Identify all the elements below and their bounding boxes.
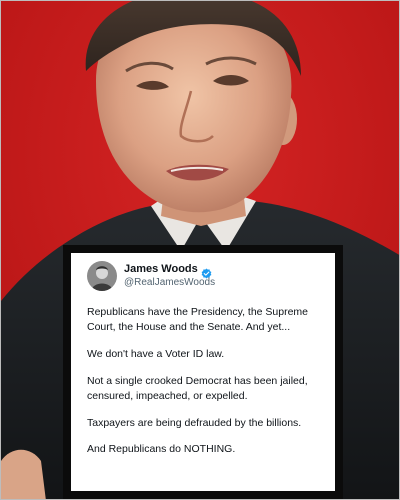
user-handle: @RealJamesWoods bbox=[124, 276, 216, 288]
author-info: James Woods @RealJamesWoods bbox=[124, 263, 215, 288]
tweet-body: Republicans have the Presidency, the Sup… bbox=[87, 305, 323, 457]
tweet-card: James Woods @RealJamesWoods Republicans … bbox=[71, 253, 335, 491]
tweet-paragraph: And Republicans do NOTHING. bbox=[87, 443, 236, 456]
tweet-card-frame: James Woods @RealJamesWoods Republicans … bbox=[63, 245, 343, 499]
avatar bbox=[87, 261, 117, 291]
verified-badge-icon bbox=[201, 265, 212, 278]
tweet-paragraph: We don't have a Voter ID law. bbox=[87, 347, 225, 360]
tweet-header: James Woods @RealJamesWoods bbox=[87, 261, 323, 291]
tweet-paragraph: Not a single crooked Democrat has been j… bbox=[87, 374, 308, 402]
display-name: James Woods bbox=[124, 263, 198, 276]
image-frame: James Woods @RealJamesWoods Republicans … bbox=[0, 0, 400, 500]
name-row: James Woods bbox=[124, 263, 215, 278]
tweet-paragraph: Republicans have the Presidency, the Sup… bbox=[87, 306, 309, 333]
tweet-paragraph: Taxpayers are being defrauded by the bil… bbox=[87, 416, 302, 429]
